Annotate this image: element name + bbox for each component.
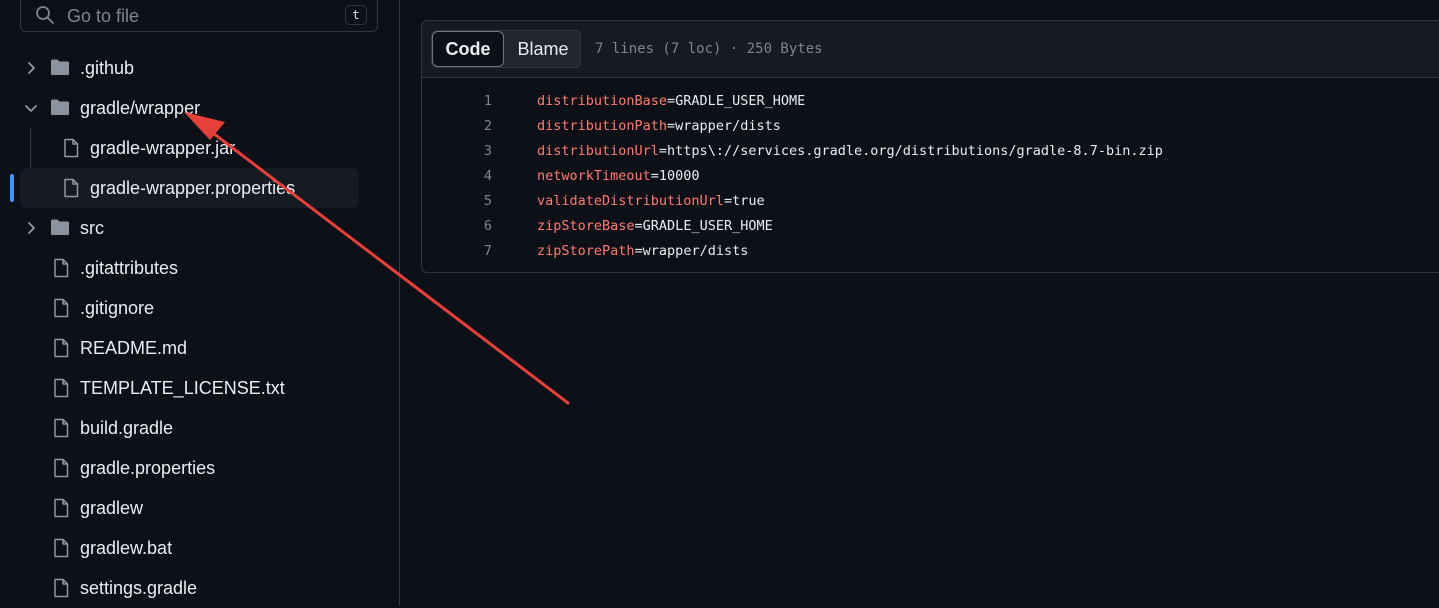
file-info: 7 lines (7 loc) · 250 Bytes <box>595 41 823 57</box>
tree-item-label: .github <box>80 58 135 78</box>
line-number[interactable]: 3 <box>422 139 492 164</box>
tree-item-label: .gitattributes <box>80 258 179 278</box>
tree-item-label: .gitignore <box>80 298 155 318</box>
code-line: 4 networkTimeout=10000 <box>422 164 1439 189</box>
code-line: 2 distributionPath=wrapper/dists <box>422 114 1439 139</box>
search-icon <box>36 6 54 24</box>
code-line: 6 zipStoreBase=GRADLE_USER_HOME <box>422 214 1439 239</box>
property-value: =GRADLE_USER_HOME <box>634 218 773 234</box>
property-value: =GRADLE_USER_HOME <box>667 93 806 109</box>
property-value: =https\://services.gradle.org/distributi… <box>658 143 1163 159</box>
line-number[interactable]: 5 <box>422 189 492 214</box>
line-number[interactable]: 1 <box>422 89 492 114</box>
chevron-right-icon[interactable] <box>24 61 38 75</box>
tree-item-label: gradle-wrapper.jar <box>90 138 236 158</box>
tree-file[interactable]: TEMPLATE_LICENSE.txt <box>20 368 359 408</box>
line-number[interactable]: 4 <box>422 164 492 189</box>
tree-folder[interactable]: gradle/wrapper <box>20 88 359 128</box>
tree-file[interactable]: .gitattributes <box>20 248 359 288</box>
code-line: 7 zipStorePath=wrapper/dists <box>422 239 1439 264</box>
line-content: distributionBase=GRADLE_USER_HOME <box>537 89 805 114</box>
blame-tab[interactable]: Blame <box>505 31 581 67</box>
file-icon <box>53 258 69 278</box>
property-key: distributionUrl <box>537 143 659 159</box>
tree-item-label: build.gradle <box>80 418 174 438</box>
tree-item-label: gradle.properties <box>80 458 216 478</box>
folder-icon <box>50 58 70 76</box>
line-number[interactable]: 7 <box>422 239 492 264</box>
tree-file[interactable]: build.gradle <box>20 408 359 448</box>
tree-item-label: gradle/wrapper <box>80 98 201 118</box>
search-placeholder: Go to file <box>67 6 140 26</box>
line-number[interactable]: 6 <box>422 214 492 239</box>
file-icon <box>53 498 69 518</box>
file-icon <box>53 378 69 398</box>
file-viewer: Code Blame 7 lines (7 loc) · 250 Bytes 1… <box>421 20 1439 273</box>
file-icon <box>53 338 69 358</box>
line-content: zipStorePath=wrapper/dists <box>537 239 748 264</box>
property-value: =wrapper/dists <box>634 243 749 259</box>
code-line: 3 distributionUrl=https\://services.gradl… <box>422 139 1439 164</box>
file-icon <box>53 298 69 318</box>
code-line: 5 validateDistributionUrl=true <box>422 189 1439 214</box>
property-key: distributionPath <box>537 118 668 134</box>
folder-icon <box>50 98 70 116</box>
property-key: validateDistributionUrl <box>537 193 724 209</box>
tree-file[interactable]: settings.gradle <box>20 568 359 608</box>
tree-item-label: README.md <box>80 338 188 358</box>
view-mode-toggle: Code Blame <box>431 30 581 68</box>
tree-folder[interactable]: src <box>20 208 359 248</box>
selected-indicator <box>10 174 14 202</box>
chevron-right-icon[interactable] <box>24 221 38 235</box>
tree-file[interactable]: gradle-wrapper.jar <box>20 128 359 168</box>
file-icon <box>63 178 79 198</box>
tree-item-label: gradlew <box>80 498 144 518</box>
tree-item-label: TEMPLATE_LICENSE.txt <box>80 378 285 398</box>
tree-folder[interactable]: .github <box>20 48 359 88</box>
code-body: 1 distributionBase=GRADLE_USER_HOME 2 distr… <box>422 89 1439 264</box>
property-key: zipStorePath <box>537 243 635 259</box>
tree-file[interactable]: .gitignore <box>20 288 359 328</box>
line-number[interactable]: 2 <box>422 114 492 139</box>
code-line: 1 distributionBase=GRADLE_USER_HOME <box>422 89 1439 114</box>
line-content: distributionPath=wrapper/dists <box>537 114 781 139</box>
go-to-file-search[interactable]: Go to file t <box>20 0 378 32</box>
tree-item-label: gradle-wrapper.properties <box>90 178 296 198</box>
shortcut-key: t <box>345 5 367 25</box>
file-icon <box>53 578 69 598</box>
line-content: zipStoreBase=GRADLE_USER_HOME <box>537 214 773 239</box>
folder-icon <box>50 218 70 236</box>
property-key: distributionBase <box>537 93 668 109</box>
file-icon <box>63 138 79 158</box>
line-content: validateDistributionUrl=true <box>537 189 765 214</box>
chevron-down-icon[interactable] <box>24 101 38 115</box>
tree-item-label: settings.gradle <box>80 578 198 598</box>
file-icon <box>53 538 69 558</box>
line-content: networkTimeout=10000 <box>537 164 700 189</box>
tree-file[interactable]: gradle-wrapper.properties <box>20 168 359 208</box>
property-value: =wrapper/dists <box>667 118 781 134</box>
tree-item-label: gradlew.bat <box>80 538 173 558</box>
tree-file[interactable]: gradlew <box>20 488 359 528</box>
file-viewer-header: Code Blame 7 lines (7 loc) · 250 Bytes <box>422 21 1439 78</box>
line-content: distributionUrl=https\://services.gradle… <box>537 139 1163 164</box>
tree-file[interactable]: gradle.properties <box>20 448 359 488</box>
property-value: =10000 <box>650 168 700 184</box>
property-key: networkTimeout <box>537 168 651 184</box>
file-icon <box>53 458 69 478</box>
file-icon <box>53 418 69 438</box>
tree-file[interactable]: README.md <box>20 328 359 368</box>
property-value: =true <box>723 193 765 209</box>
tree-file[interactable]: gradlew.bat <box>20 528 359 568</box>
tree-item-label: src <box>80 218 104 238</box>
file-tree-sidebar: Go to file t .github gradle/wrapper gradle… <box>0 0 400 606</box>
property-key: zipStoreBase <box>537 218 635 234</box>
code-tab[interactable]: Code <box>432 31 504 67</box>
